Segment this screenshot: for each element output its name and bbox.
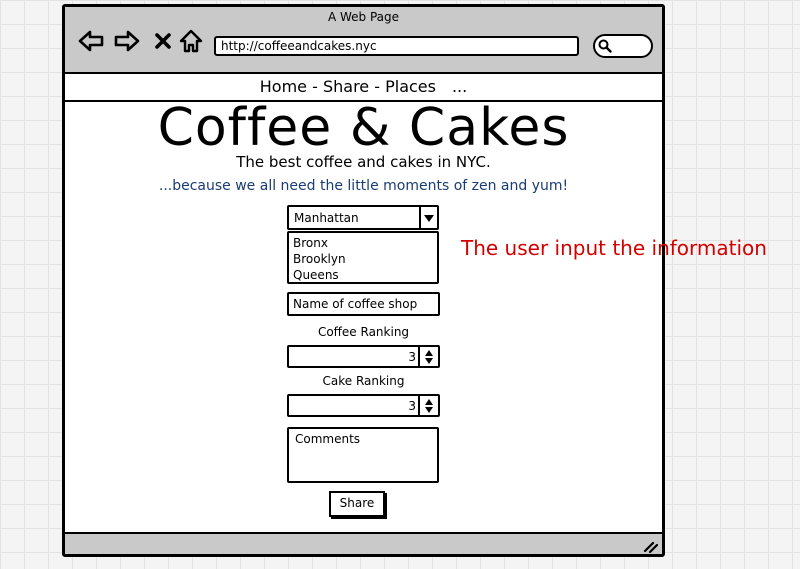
nav-separator: - [307,77,323,96]
nav-home-link[interactable]: Home [260,77,307,96]
shop-name-input[interactable]: Name of coffee shop [287,292,440,316]
site-tagline: ...because we all need the little moment… [158,178,569,194]
stop-button[interactable] [148,26,178,56]
borough-option-bronx[interactable]: Bronx [293,235,433,251]
home-button[interactable] [176,26,206,56]
share-button[interactable]: Share [329,491,385,517]
window-title: A Web Page [327,10,400,24]
resize-grip-icon[interactable] [642,538,659,554]
coffee-ranking-label: Coffee Ranking [317,325,410,339]
comments-textarea[interactable]: Comments [287,427,439,483]
site-title: Coffee & Cakes [157,98,570,158]
cake-ranking-value: 3 [408,399,416,413]
close-icon [155,33,171,49]
nav-separator: - [369,77,386,96]
site-subtitle: The best coffee and cakes in NYC. [236,153,491,171]
home-icon [179,29,203,53]
back-button[interactable] [76,26,106,56]
search-icon [597,38,613,54]
annotation-note: The user input the information [461,236,767,260]
coffee-ranking-value: 3 [408,350,416,364]
address-bar[interactable]: http://coffeeandcakes.nyc [214,36,579,56]
stepper-arrows-icon[interactable] [418,347,438,366]
borough-option-brooklyn[interactable]: Brooklyn [293,251,433,267]
chevron-down-icon[interactable] [419,207,437,228]
nav-share-link[interactable]: Share [323,77,369,96]
cake-ranking-label: Cake Ranking [322,374,405,388]
cake-ranking-stepper[interactable]: 3 [287,394,440,417]
nav-places-link[interactable]: Places [385,77,436,96]
back-arrow-icon [78,30,104,52]
nav-links: Home - Share - Places... [65,77,662,96]
coffee-ranking-stepper[interactable]: 3 [287,345,440,368]
borough-options-list: Bronx Brooklyn Queens [287,231,439,284]
borough-option-queens[interactable]: Queens [293,267,433,283]
borough-selected-value: Manhattan [294,211,359,225]
borough-dropdown[interactable]: Manhattan [287,205,439,230]
stepper-arrows-icon[interactable] [418,396,438,415]
status-bar [65,532,662,554]
nav-more-link[interactable]: ... [452,77,467,96]
forward-button[interactable] [112,26,142,56]
forward-arrow-icon [114,30,140,52]
